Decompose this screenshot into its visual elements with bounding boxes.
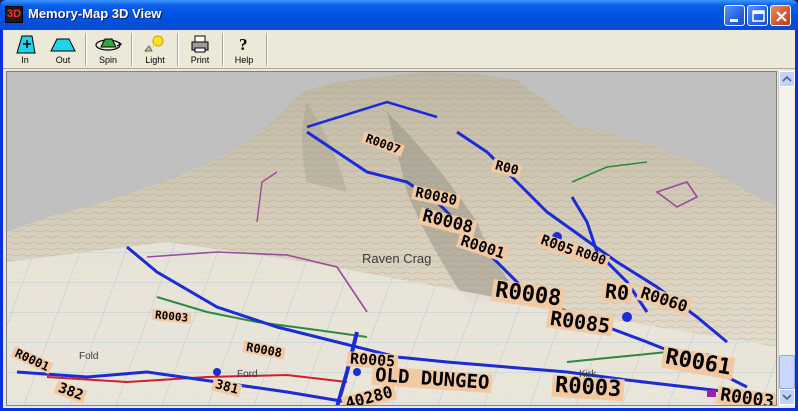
zoom-out-label: Out (55, 55, 71, 65)
light-icon (143, 35, 164, 54)
zoom-in-label: In (21, 55, 29, 65)
print-label: Print (190, 55, 210, 65)
svg-text:?: ? (239, 35, 248, 54)
toolbar-separator (85, 33, 87, 66)
place-name: Raven Crag (362, 251, 432, 266)
vertical-scrollbar[interactable] (778, 71, 795, 406)
toolbar-separator (266, 33, 268, 66)
minimize-button[interactable] (724, 5, 745, 26)
toolbar-separator (177, 33, 179, 66)
close-button[interactable] (770, 5, 791, 26)
maximize-button[interactable] (747, 5, 768, 26)
scroll-up-button[interactable] (779, 71, 795, 87)
spin-button[interactable]: Spin (89, 32, 127, 67)
print-button[interactable]: Print (181, 32, 219, 67)
place-name: Kirk (579, 369, 597, 380)
help-icon: ? (239, 35, 248, 54)
chevron-up-icon (782, 75, 792, 82)
light-button[interactable]: Light (135, 32, 175, 67)
window: 3D Memory-Map 3D View In Out Spin Light … (0, 0, 798, 411)
scroll-thumb[interactable] (779, 355, 795, 389)
help-button[interactable]: ? Help (225, 32, 263, 67)
toolbar-separator (222, 33, 224, 66)
zoom-out-button[interactable]: Out (45, 32, 81, 67)
window-title: Memory-Map 3D View (28, 6, 162, 21)
toolbar: In Out Spin Light Print ? Help (3, 30, 795, 69)
print-icon (191, 35, 209, 53)
spin-label: Spin (98, 55, 117, 65)
title-bar[interactable]: 3D Memory-Map 3D View (0, 0, 798, 30)
minimize-icon (730, 19, 738, 22)
zoom-in-button[interactable]: In (7, 32, 43, 67)
close-icon (776, 11, 787, 22)
zoom-in-icon (16, 35, 36, 54)
maximize-icon (752, 10, 765, 22)
toolbar-separator (131, 33, 133, 66)
place-name: Fold (79, 351, 99, 362)
help-label: Help (234, 55, 254, 65)
map-label: R0 (601, 279, 634, 305)
app-3d-icon: 3D (5, 6, 23, 23)
scroll-down-button[interactable] (779, 389, 795, 405)
window-body: In Out Spin Light Print ? Help R0007 R00… (3, 30, 795, 408)
zoom-out-icon (50, 38, 76, 52)
3d-map-viewport[interactable]: R0007 R0080 R0008 R0001 R0008 R0085 R005… (6, 71, 777, 406)
place-name: Ford (237, 369, 258, 380)
spin-icon (95, 38, 123, 51)
chevron-down-icon (782, 394, 792, 401)
light-label: Light (145, 55, 165, 65)
